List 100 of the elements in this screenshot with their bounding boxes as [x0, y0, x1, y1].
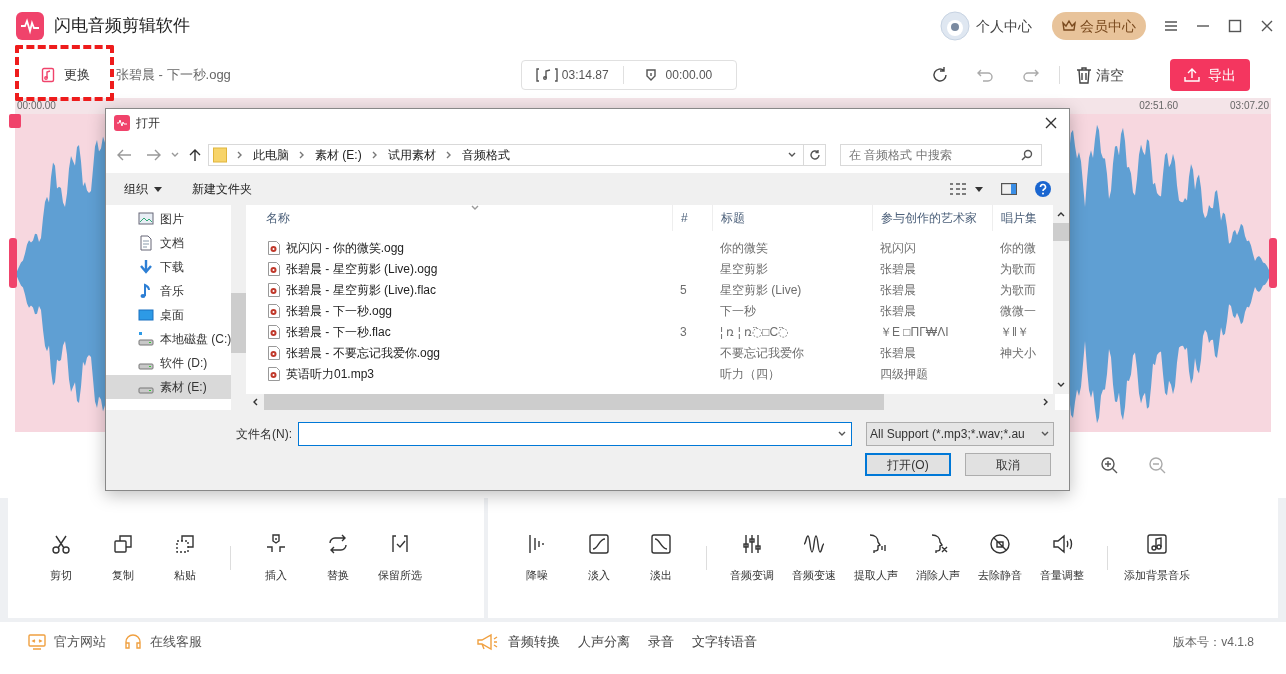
tool-button[interactable]: 粘贴	[154, 532, 216, 584]
audio-file-icon	[268, 240, 280, 255]
table-cell: 听力（四）	[720, 366, 780, 381]
file-name-cell[interactable]: 张碧晨 - 下一秒.flac	[286, 322, 391, 341]
help-icon[interactable]	[1035, 181, 1051, 197]
table-cell: 为歌而	[1000, 261, 1036, 276]
search-icon	[1021, 149, 1033, 161]
left-handle[interactable]	[9, 238, 17, 288]
scrollbar[interactable]	[246, 394, 1055, 410]
tool-button[interactable]: 消除人声	[907, 532, 969, 584]
table-cell: 你的微笑	[720, 240, 768, 255]
search-placeholder: 在 音频格式 中搜索	[849, 147, 952, 164]
file-name-field[interactable]	[298, 422, 852, 446]
organize-menu[interactable]: 组织	[124, 180, 162, 198]
table-cell: 不要忘记我爱你	[720, 345, 804, 360]
tool-button[interactable]: 剪切	[30, 532, 92, 584]
tool-button[interactable]: 降噪	[506, 532, 568, 584]
column-header[interactable]: #	[672, 205, 712, 231]
nav-item[interactable]: 图片	[106, 207, 231, 231]
dropdown-arrow-icon[interactable]	[975, 186, 983, 192]
file-name-cell[interactable]: 祝闪闪 - 你的微笑.ogg	[286, 238, 405, 257]
column-header[interactable]: 唱片集	[992, 205, 1036, 231]
tool-button[interactable]: 替换	[307, 532, 369, 584]
table-cell: ￥ǁ￥	[1000, 324, 1029, 339]
vip-center-button[interactable]: 会员中心	[1052, 12, 1146, 40]
windows-drive-icon	[138, 331, 154, 347]
feature-link[interactable]: 人声分离	[578, 632, 630, 652]
breadcrumb[interactable]: 音频格式	[461, 146, 510, 164]
column-header[interactable]: 名称	[246, 205, 672, 231]
tool-button[interactable]: 淡入	[568, 532, 630, 584]
new-folder-button[interactable]: 新建文件夹	[192, 180, 252, 198]
refresh-icon	[808, 149, 821, 161]
crown-icon	[1062, 19, 1076, 33]
column-header[interactable]: 标题	[712, 205, 872, 231]
tool-button[interactable]: 音频变调	[721, 532, 783, 584]
open-button[interactable]: 打开(O)	[865, 453, 951, 476]
table-cell: 张碧晨	[880, 282, 916, 297]
replace-button[interactable]: 更换	[40, 65, 90, 85]
footer-link[interactable]: 官方网站	[28, 632, 106, 652]
file-type-dropdown[interactable]: All Support (*.mp3;*.wav;*.au	[866, 422, 1054, 446]
breadcrumb[interactable]: 此电脑	[253, 146, 289, 164]
table-cell: 四级押题	[880, 366, 928, 381]
tool-button[interactable]: 音量调整	[1031, 532, 1093, 584]
up-icon	[188, 148, 202, 162]
nav-item[interactable]: 音乐	[106, 279, 231, 303]
tool-button[interactable]: 复制	[92, 532, 154, 584]
file-name-cell[interactable]: 张碧晨 - 星空剪影 (Live).ogg	[286, 259, 438, 278]
feature-link[interactable]: 录音	[648, 632, 674, 652]
mute-circle-icon	[989, 532, 1011, 555]
app-icon	[114, 115, 130, 131]
scroll-right-icon	[1043, 398, 1049, 406]
tool-button[interactable]: 添加背景音乐	[1122, 532, 1192, 584]
scrollbar-thumb[interactable]	[231, 293, 246, 353]
address-bar[interactable]: 此电脑 素材 (E:) 试用素材 音频格式	[208, 144, 804, 166]
scrollbar-thumb[interactable]	[1053, 223, 1069, 241]
nav-item[interactable]: 软件 (D:)	[106, 351, 231, 375]
export-button[interactable]: 导出	[1170, 59, 1250, 91]
clear-button[interactable]: 清空	[1076, 64, 1124, 86]
search-field[interactable]: 在 音频格式 中搜索	[840, 144, 1042, 166]
feature-link[interactable]: 音频转换	[508, 632, 560, 652]
start-marker[interactable]	[9, 114, 21, 128]
cancel-button[interactable]: 取消	[965, 453, 1051, 476]
nav-item[interactable]: 本地磁盘 (C:)	[106, 327, 231, 351]
tool-button[interactable]: 淡出	[630, 532, 692, 584]
breadcrumb[interactable]: 素材 (E:)	[315, 146, 362, 164]
nav-item[interactable]: 桌面	[106, 303, 231, 327]
audio-file-icon	[268, 324, 280, 339]
chevron-right-icon	[237, 151, 243, 159]
file-name-cell[interactable]: 张碧晨 - 下一秒.ogg	[286, 301, 393, 320]
file-name-cell[interactable]: 张碧晨 - 星空剪影 (Live).flac	[286, 280, 436, 299]
forward-icon	[146, 148, 162, 162]
avatar-icon[interactable]	[940, 11, 970, 41]
chevron-right-icon	[445, 151, 452, 159]
file-type-text: All Support (*.mp3;*.wav;*.au	[870, 426, 1025, 443]
monitor-icon	[28, 634, 46, 650]
column-header[interactable]: 参与创作的艺术家	[872, 205, 992, 231]
tool-button[interactable]: 保留所选	[369, 532, 431, 584]
tool-button[interactable]: 去除静音	[969, 532, 1031, 584]
table-cell: 5	[680, 282, 687, 297]
tool-button[interactable]: 提取人声	[845, 532, 907, 584]
nav-item[interactable]: 素材 (E:)	[106, 375, 231, 399]
tool-button[interactable]: 插入	[245, 532, 307, 584]
tool-button[interactable]: 音频变速	[783, 532, 845, 584]
file-name-cell[interactable]: 张碧晨 - 不要忘记我爱你.ogg	[286, 343, 441, 362]
chevron-right-icon	[371, 151, 378, 159]
scrollbar[interactable]	[1053, 205, 1069, 394]
table-cell: 张碧晨	[880, 261, 916, 276]
right-handle[interactable]	[1269, 238, 1277, 288]
footer-link[interactable]: 在线客服	[124, 632, 202, 652]
scrollbar-thumb[interactable]	[264, 394, 884, 410]
file-name-cell[interactable]: 英语听力01.mp3	[286, 364, 375, 383]
picture-folder-icon	[138, 211, 154, 227]
nav-item[interactable]: 下载	[106, 255, 231, 279]
table-cell: 为歌而	[1000, 282, 1036, 297]
table-cell: 星空剪影 (Live)	[720, 282, 802, 297]
breadcrumb[interactable]: 试用素材	[387, 146, 436, 164]
table-cell: 3	[680, 324, 687, 339]
nav-item[interactable]: 文档	[106, 231, 231, 255]
user-center-link[interactable]: 个人中心	[976, 15, 1032, 37]
feature-link[interactable]: 文字转语音	[692, 632, 757, 652]
